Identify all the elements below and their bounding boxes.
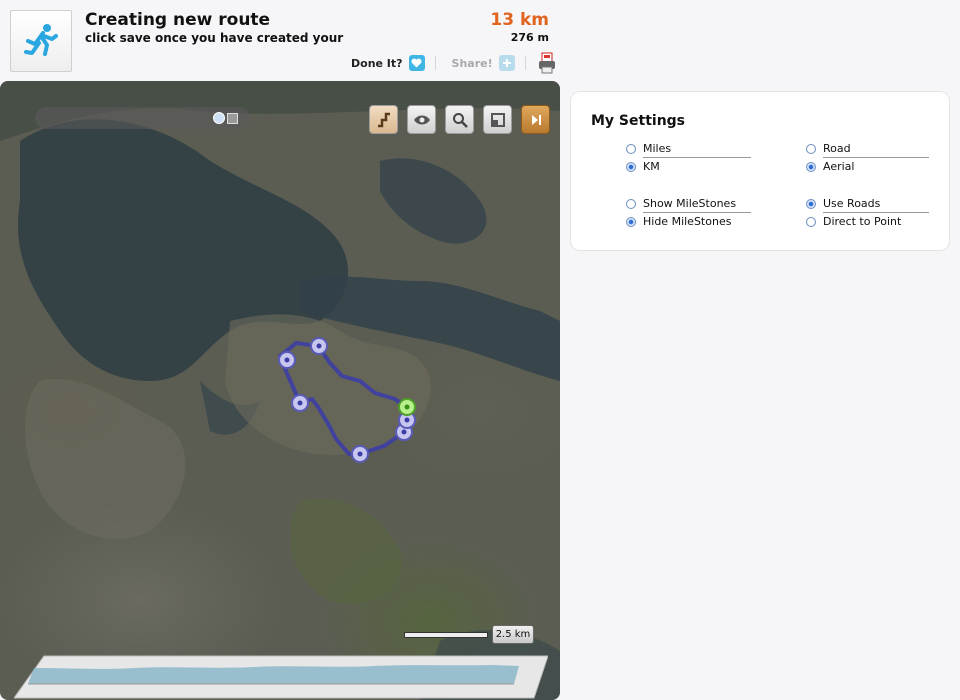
option-km[interactable]: KM xyxy=(626,160,660,173)
divider xyxy=(643,157,751,158)
divider xyxy=(524,56,526,70)
option-label: Use Roads xyxy=(823,197,881,210)
slider-knob[interactable] xyxy=(213,112,225,124)
aerial-map-imagery xyxy=(0,81,560,700)
option-label: Show MileStones xyxy=(643,197,737,210)
route-map[interactable]: 2.5 km xyxy=(0,81,560,700)
runner-icon xyxy=(24,24,58,56)
slider-end xyxy=(227,112,238,124)
page-subtitle: click save once you have created your xyxy=(85,31,344,45)
radio-km[interactable] xyxy=(626,161,636,172)
app-logo xyxy=(10,10,72,72)
divider xyxy=(643,212,751,213)
option-label: Hide MileStones xyxy=(643,215,732,228)
route-mode-icon xyxy=(377,112,390,127)
elevation-profile[interactable] xyxy=(14,654,548,700)
print-pdf-button[interactable] xyxy=(538,52,556,74)
option-use-roads[interactable]: Use Roads xyxy=(806,197,880,210)
option-show-milestones[interactable]: Show MileStones xyxy=(626,197,736,210)
heart-icon xyxy=(411,58,422,68)
next-button[interactable] xyxy=(521,105,550,134)
divider xyxy=(823,157,929,158)
plus-icon xyxy=(502,59,511,67)
map-type-slider[interactable] xyxy=(35,107,250,129)
radio-hide-milestones[interactable] xyxy=(626,216,636,227)
share-label: Share! xyxy=(451,56,493,70)
route-distance-remainder: 276 m xyxy=(510,31,549,44)
radio-aerial[interactable] xyxy=(806,161,816,172)
divider xyxy=(823,212,929,213)
settings-panel: My Settings Miles KM Road Aerial Show Mi… xyxy=(570,91,950,251)
option-direct-to-point[interactable]: Direct to Point xyxy=(806,215,901,228)
settings-title: My Settings xyxy=(591,113,686,129)
fullscreen-icon xyxy=(490,112,505,127)
divider xyxy=(434,56,436,70)
page-title: Creating new route xyxy=(85,10,271,30)
done-it-label: Done It? xyxy=(351,56,403,70)
option-aerial[interactable]: Aerial xyxy=(806,160,854,173)
route-mode-button[interactable] xyxy=(369,105,398,134)
route-distance: 13 km xyxy=(490,10,549,30)
fullscreen-button[interactable] xyxy=(483,105,512,134)
option-label: Road xyxy=(823,142,851,155)
option-road[interactable]: Road xyxy=(806,142,851,155)
radio-road[interactable] xyxy=(806,143,816,154)
next-icon xyxy=(531,114,541,125)
scale-label: 2.5 km xyxy=(492,625,534,644)
option-label: KM xyxy=(643,160,660,173)
done-it-button[interactable] xyxy=(408,55,425,71)
option-hide-milestones[interactable]: Hide MileStones xyxy=(626,215,731,228)
eye-icon xyxy=(413,115,430,124)
option-label: Aerial xyxy=(823,160,855,173)
search-icon xyxy=(452,112,468,128)
radio-direct-to-point[interactable] xyxy=(806,216,816,227)
view-toggle-button[interactable] xyxy=(407,105,436,134)
option-label: Miles xyxy=(643,142,672,155)
search-button[interactable] xyxy=(445,105,474,134)
share-button[interactable] xyxy=(498,55,515,71)
radio-use-roads[interactable] xyxy=(806,198,816,209)
radio-show-milestones[interactable] xyxy=(626,198,636,209)
pdf-print-icon xyxy=(538,52,555,74)
option-label: Direct to Point xyxy=(823,215,902,228)
scale-bar xyxy=(404,632,488,638)
radio-miles[interactable] xyxy=(626,143,636,154)
option-miles[interactable]: Miles xyxy=(626,142,671,155)
action-bar: Done It? Share! xyxy=(351,52,556,74)
